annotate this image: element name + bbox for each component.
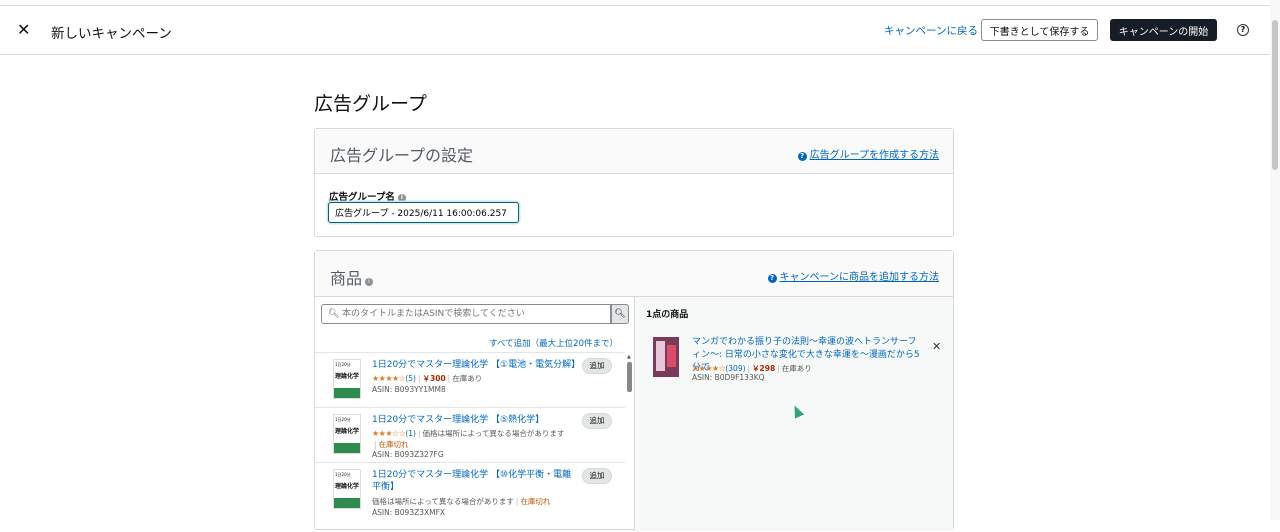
card-header: 広告グループの設定 ? 広告グループを作成する方法 bbox=[315, 129, 953, 174]
ad-group-howto-link[interactable]: ? 広告グループを作成する方法 bbox=[797, 146, 939, 161]
list-scrollbar[interactable]: ▲ bbox=[626, 352, 634, 532]
product-meta: ★★★★☆(5) | ￥300 | 在庫あり bbox=[372, 374, 483, 383]
product-title-link[interactable]: 1日20分でマスター理論化学 【⑤熱化学】 bbox=[372, 414, 577, 426]
back-to-campaign-link[interactable]: キャンペーンに戻る bbox=[884, 23, 978, 38]
howto-label: 広告グループを作成する方法 bbox=[809, 150, 939, 161]
search-box[interactable]: 🔍︎ bbox=[321, 304, 611, 324]
product-title-link[interactable]: 1日20分でマスター理論化学 【①電池・電気分解】 bbox=[372, 359, 580, 371]
product-list: 1日20分 理論化学 1日20分でマスター理論化学 【①電池・電気分解】 ★★★★… bbox=[315, 352, 625, 517]
book-cover: 1日20分 理論化学 bbox=[333, 359, 361, 399]
star-rating: ★★★☆☆ bbox=[372, 429, 406, 438]
review-count: (1) bbox=[405, 429, 416, 438]
book-cover bbox=[653, 337, 679, 377]
price-note: 価格は場所によって異なる場合があります bbox=[422, 429, 565, 438]
stock-line: | 在庫切れ bbox=[374, 440, 409, 449]
page-title: 新しいキャンペーン bbox=[51, 26, 172, 42]
add-all-link[interactable]: すべて追加（最大上位20件まで） bbox=[489, 337, 618, 349]
asin: ASIN: B093Z327FG bbox=[372, 450, 444, 459]
search-input[interactable] bbox=[342, 307, 607, 321]
card-header: 商品 i ? キャンペーンに商品を追加する方法 bbox=[315, 251, 953, 297]
save-draft-button[interactable]: 下書きとして保存する bbox=[981, 19, 1098, 41]
search-icon: 🔍︎ bbox=[328, 309, 340, 319]
review-count: (5) bbox=[405, 374, 416, 383]
products-card: 商品i ?キャンペーンに商品を追加する方法 🔍︎ 🔍︎ すべて追加（最大上位20… bbox=[314, 250, 954, 531]
add-button[interactable]: 追加 bbox=[582, 413, 612, 429]
title-text: 商品 bbox=[330, 269, 363, 288]
product-search-pane: 🔍︎ 🔍︎ すべて追加（最大上位20件まで） 1日20分理論化学 1日20分でマ… bbox=[315, 297, 635, 531]
star-rating: ★★★★☆ bbox=[692, 364, 726, 373]
asin: ASIN: B0D9F133KQ bbox=[692, 373, 765, 382]
remove-icon[interactable]: ✕ bbox=[932, 340, 941, 353]
add-button[interactable]: 追加 bbox=[582, 358, 612, 374]
stock-status: 在庫切れ bbox=[520, 497, 551, 506]
section-title: 広告グループ bbox=[314, 93, 427, 115]
ad-group-name-input[interactable] bbox=[328, 202, 519, 223]
list-item: 1日20分 理論化学 1日20分でマスター理論化学 【⑩化学平衡・電離平衡】 価格… bbox=[315, 462, 625, 517]
stock-status: 在庫あり bbox=[781, 364, 812, 373]
add-button[interactable]: 追加 bbox=[582, 468, 612, 484]
stock-status: 在庫あり bbox=[452, 374, 483, 383]
stock-status: 在庫切れ bbox=[378, 440, 409, 449]
list-item: 1日20分 理論化学 1日20分でマスター理論化学 【⑤熱化学】 ★★★☆☆(1)… bbox=[315, 407, 625, 462]
review-count: (309) bbox=[725, 364, 746, 373]
top-bar: ✕ 新しいキャンペーン キャンペーンに戻る 下書きとして保存する キャンペーンの… bbox=[0, 5, 1270, 55]
page-scrollbar-thumb[interactable] bbox=[1272, 20, 1278, 170]
howto-label: キャンペーンに商品を追加する方法 bbox=[779, 272, 940, 283]
selected-item: マンガでわかる振り子の法則〜幸運の波へトランサーフィン〜: 日常の小さな変化で大… bbox=[635, 334, 953, 389]
ad-group-settings-card: 広告グループの設定 ? 広告グループを作成する方法 広告グループ名 i bbox=[314, 128, 954, 237]
selected-count: 1点の商品 bbox=[646, 310, 689, 320]
card-title: 広告グループの設定 bbox=[330, 146, 474, 165]
close-icon[interactable]: ✕ bbox=[17, 20, 30, 39]
scroll-up-icon: ▲ bbox=[627, 354, 631, 360]
question-icon: ? bbox=[767, 274, 777, 283]
list-item: 1日20分 理論化学 1日20分でマスター理論化学 【①電池・電気分解】 ★★★★… bbox=[315, 352, 625, 407]
start-campaign-button[interactable]: キャンペーンの開始 bbox=[1110, 19, 1217, 41]
card-title: 商品 i bbox=[330, 265, 374, 289]
star-rating: ★★★★☆ bbox=[372, 374, 406, 383]
product-meta: ★★★☆☆(1) | 価格は場所によって異なる場合があります bbox=[372, 429, 565, 438]
ad-group-name-label: 広告グループ名 i bbox=[329, 189, 406, 203]
book-cover: 1日20分 理論化学 bbox=[333, 469, 361, 509]
price-note: 価格は場所によって異なる場合があります bbox=[372, 497, 514, 506]
price: ￥300 bbox=[422, 374, 446, 383]
asin: ASIN: B093Z3XMFX bbox=[372, 508, 446, 517]
help-icon[interactable]: ? bbox=[1237, 24, 1249, 36]
price: ￥298 bbox=[752, 364, 776, 373]
info-icon[interactable]: i bbox=[397, 194, 406, 202]
products-howto-link[interactable]: ? キャンペーンに商品を追加する方法 bbox=[767, 268, 940, 283]
question-icon: ? bbox=[797, 152, 807, 161]
asin: ASIN: B093YY1MM8 bbox=[372, 385, 446, 394]
info-icon[interactable]: i bbox=[365, 278, 374, 286]
product-title-link[interactable]: 1日20分でマスター理論化学 【⑩化学平衡・電離平衡】 bbox=[372, 469, 577, 493]
search-button[interactable]: 🔍︎ bbox=[611, 304, 629, 324]
book-cover: 1日20分 理論化学 bbox=[333, 414, 361, 454]
product-meta: 価格は場所によって異なる場合があります | 在庫切れ bbox=[372, 497, 551, 506]
